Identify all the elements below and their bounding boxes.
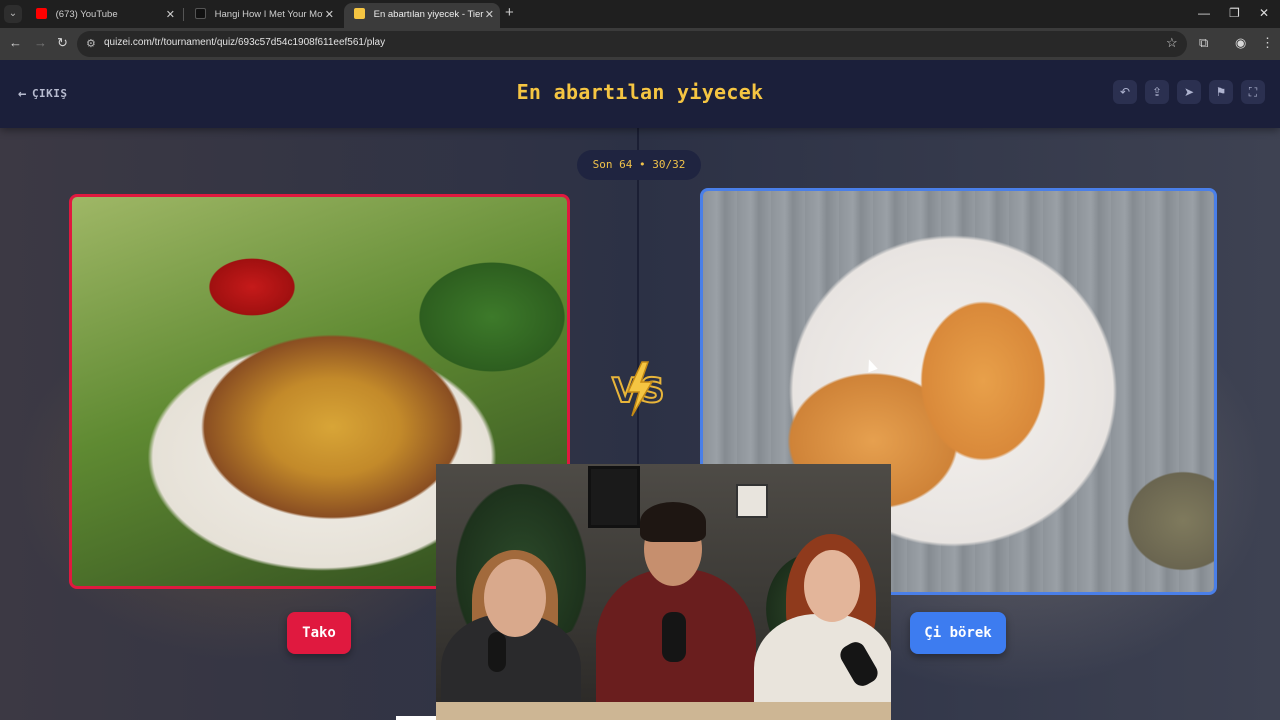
back-icon[interactable]: ← [9,35,22,50]
microphone [662,612,686,662]
wall-calendar [736,484,768,518]
browser-tab-strip: ⌄ (673) YouTube ✕ Hangi How I Met Your M… [0,0,1280,28]
fullscreen-icon: ⛶ [1248,85,1258,99]
send-icon: ➤ [1183,85,1195,99]
profile-icon[interactable]: ◉ [1235,35,1246,51]
video-edge [396,716,436,720]
share-icon: ⇪ [1151,85,1163,99]
forward-icon[interactable]: → [34,35,47,50]
wall-poster [588,466,640,528]
versus-emblem: V S [611,361,666,417]
bookmark-star-icon[interactable]: ☆ [1166,35,1178,51]
webcam-overlay [436,464,891,720]
quiz-title: En abartılan yiyecek [516,80,764,104]
undo-icon: ↶ [1119,85,1131,99]
person-left-face [484,559,546,637]
share-button[interactable]: ⇪ [1145,80,1169,104]
desk [436,702,891,720]
close-tab-icon[interactable]: ✕ [166,3,175,27]
address-bar[interactable]: ⚙ quizei.com/tr/tournament/quiz/693c57d5… [77,31,1187,57]
tab-search-chevron-icon[interactable]: ⌄ [4,5,22,23]
tab-himym-quiz[interactable]: Hangi How I Met Your Mother ✕ [185,3,340,28]
tab-divider [183,8,184,21]
person-center-hair [640,502,706,542]
close-tab-icon[interactable]: ✕ [325,3,334,27]
site-settings-icon[interactable]: ⚙ [86,37,96,50]
tab-youtube[interactable]: (673) YouTube ✕ [26,3,181,28]
choose-right-button[interactable]: Çi börek [910,612,1006,654]
send-button[interactable]: ➤ [1177,80,1201,104]
youtube-icon [36,8,47,19]
new-tab-button[interactable]: + [505,4,514,21]
reload-icon[interactable]: ↻ [57,35,68,51]
quiz-header: ← ÇIKIŞ En abartılan yiyecek ↶ ⇪ ➤ ⚑ ⛶ [0,60,1280,128]
choose-left-button[interactable]: Tako [287,612,351,654]
close-tab-icon[interactable]: ✕ [485,3,494,27]
report-button[interactable]: ⚑ [1209,80,1233,104]
tab-active-quiz[interactable]: En abartılan yiyecek - Tier List, ✕ [344,3,500,28]
extensions-icon[interactable]: ⧉ [1199,35,1208,51]
minimize-icon[interactable]: — [1198,6,1210,20]
menu-kebab-icon[interactable]: ⋮ [1261,35,1274,51]
restore-icon[interactable]: ❐ [1229,6,1240,20]
close-window-icon[interactable]: ✕ [1259,6,1269,20]
flag-icon: ⚑ [1215,85,1227,99]
quizei-icon [354,8,365,19]
round-progress: Son 64 • 30/32 [577,150,701,180]
quizei-dark-icon [195,8,206,19]
fullscreen-button[interactable]: ⛶ [1241,80,1265,104]
undo-button[interactable]: ↶ [1113,80,1137,104]
browser-toolbar: ← → ↻ ⚙ quizei.com/tr/tournament/quiz/69… [0,28,1280,60]
microphone [488,632,506,672]
person-right-face [804,550,860,622]
